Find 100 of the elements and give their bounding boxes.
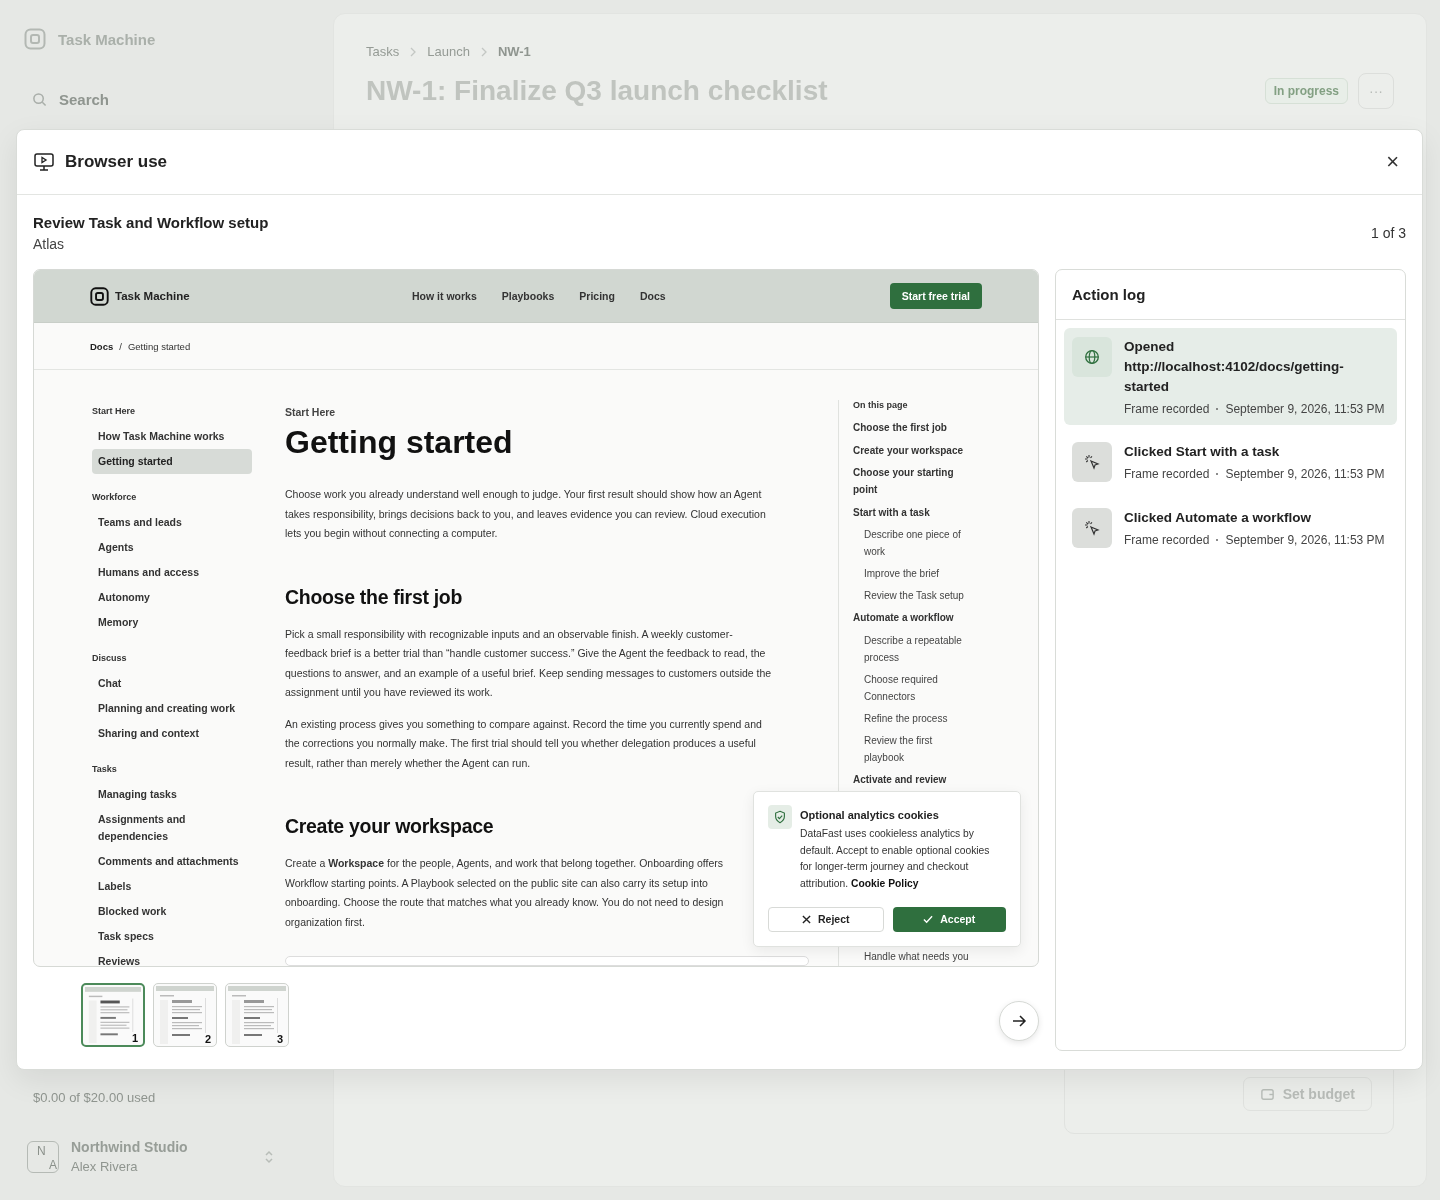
action-status: Frame recorded <box>1124 402 1210 416</box>
frame-thumbnail[interactable]: 2 <box>153 983 217 1047</box>
page-preview-drawing <box>228 986 286 1044</box>
globe-icon <box>1084 349 1100 365</box>
toc-link[interactable]: Start with a task <box>853 503 965 521</box>
docs-nav-item[interactable]: Getting started <box>92 449 252 474</box>
frame-counter: 1 of 3 <box>1370 225 1406 241</box>
cookie-title: Optional analytics cookies <box>800 809 940 821</box>
toc-link[interactable]: Activate and review <box>853 770 965 788</box>
logo-icon <box>24 28 46 50</box>
paragraph: Create a Workspace for the people, Agents, and work that belong together. Onboarding offers Workflow starting points. A Playbook selected on the public site can also carry its setup into onboarding. Choose the route that matches what you already know. You do not need to design organization first. <box>285 856 724 930</box>
nav-group-heading: Tasks <box>92 764 118 774</box>
wallet-icon <box>1259 1086 1275 1102</box>
action-title: Opened http://localhost:4102/docs/getting-started <box>1124 338 1345 396</box>
intro-paragraph: Choose work you already understand well enough to judge. Your first result should show how an Agent takes responsibility, brings decisions back to you, and leaves evidence you can review. Cloud execution lets you begin without connecting a computer. <box>285 487 766 541</box>
action-log-entry[interactable]: Opened http://localhost:4102/docs/getting-started Frame recorded September 9, 2026, 11:53 PM <box>1064 328 1397 425</box>
app-name: Task Machine <box>58 30 156 48</box>
frame-thumbnail[interactable]: 1 <box>81 983 145 1047</box>
dialog-title: Browser use <box>65 152 169 172</box>
monitor-play-icon <box>34 153 54 171</box>
docs-nav-item[interactable]: Assignments and dependencies <box>92 807 252 849</box>
reject-button[interactable]: Reject <box>768 906 884 932</box>
docs-nav-item[interactable]: Teams and leads <box>92 510 252 535</box>
panel-title: Action log <box>1056 270 1405 320</box>
cookie-policy-link[interactable]: Cookie Policy <box>850 878 919 890</box>
page-preview-drawing <box>85 987 141 1043</box>
check-icon <box>923 914 934 924</box>
docs-nav-item[interactable]: How Task Machine works <box>92 424 252 449</box>
nav-group-heading: Start Here <box>92 406 137 416</box>
action-time: September 9, 2026, 11:53 PM <box>1225 533 1385 547</box>
accept-button[interactable]: Accept <box>892 906 1006 932</box>
toc-link[interactable]: Automate a workflow <box>853 609 965 626</box>
agent-name: Atlas <box>33 236 66 252</box>
action-status: Frame recorded <box>1124 533 1210 547</box>
nav-link[interactable]: Playbooks <box>501 290 555 302</box>
close-icon <box>802 914 811 924</box>
nav-group-heading: Workforce <box>92 492 138 502</box>
page-preview-drawing <box>156 986 214 1044</box>
nav-link[interactable]: How it works <box>412 290 477 302</box>
docs-nav-item[interactable]: Comments and attachments <box>92 849 252 874</box>
docs-nav-item[interactable]: Managing tasks <box>92 782 252 807</box>
toc-link[interactable]: Review the first playbook <box>853 731 974 766</box>
docs-nav-item[interactable]: Planning and creating work <box>92 696 252 721</box>
breadcrumb-link[interactable]: Docs <box>90 340 114 352</box>
action-log-entry[interactable]: Clicked Start with a task Frame recorded September 9, 2026, 11:53 PM <box>1064 433 1397 491</box>
logo-icon <box>90 286 109 306</box>
toc-link[interactable]: Choose the first job <box>853 419 965 436</box>
docs-nav-item[interactable]: Reviews <box>92 949 252 966</box>
breadcrumb-link[interactable]: Getting started <box>127 340 191 352</box>
nav-link[interactable]: Docs <box>639 290 666 302</box>
shield-check-icon <box>768 805 792 829</box>
frame-thumbnail[interactable]: 3 <box>225 983 289 1047</box>
page-title: Getting started <box>285 424 513 461</box>
docs-nav-item[interactable]: Chat <box>92 671 252 696</box>
next-button[interactable] <box>999 1001 1039 1041</box>
docs-nav-item[interactable]: Blocked work <box>92 899 252 924</box>
docs-nav-item[interactable]: Agents <box>92 535 252 560</box>
chevron-right-icon <box>479 46 488 57</box>
toc-link[interactable]: Create your workspace <box>853 441 965 459</box>
paragraph: An existing process gives you something to compare against. Record the time you currently spend and the corrections you normally make. The first trial should tell you whether delegation produces a useful result, rather than merely whether the Agent can run. <box>285 716 762 771</box>
arrow-right-icon <box>1011 1013 1027 1029</box>
nav-group-heading: Discuss <box>92 653 128 663</box>
action-title: Clicked Automate a workflow <box>1124 509 1313 527</box>
toc-link[interactable]: Choose required Connectors <box>853 670 974 705</box>
toc-link[interactable]: Improve the brief <box>853 565 974 582</box>
section-heading: Create your workspace <box>285 815 494 838</box>
start-trial-button[interactable]: Start free trial <box>889 283 982 309</box>
status-badge: In progress <box>1264 78 1348 104</box>
user-name: Alex Rivera <box>71 1159 139 1174</box>
search-icon <box>32 92 47 107</box>
chevron-right-icon <box>409 46 418 57</box>
docs-nav-item[interactable]: Task specs <box>92 924 252 949</box>
docs-nav-item[interactable]: Humans and access <box>92 560 252 585</box>
breadcrumb-separator: / <box>119 340 122 352</box>
action-title: Clicked Start with a task <box>1124 443 1281 461</box>
toc-link[interactable]: Handle what needs you <box>853 948 974 965</box>
paragraph: Pick a small responsibility with recognizable inputs and an observable finish. A weekly customer- feedback brief is a better trial than “handle customer success.” Give the Agent the feedback to read, the questions to answer, and an example of a useful brief. Keep sending messages to customers outside the assignment until you have reviewed its work. <box>285 626 772 700</box>
toc-link[interactable]: Choose your starting point <box>853 464 965 498</box>
toc-link[interactable]: Review the Task setup <box>853 587 974 604</box>
docs-nav-item[interactable]: Autonomy <box>92 585 252 610</box>
docs-nav-item[interactable]: Sharing and context <box>92 721 252 746</box>
click-cursor-icon <box>1084 454 1100 470</box>
toc-link[interactable]: Describe one piece of work <box>853 526 974 560</box>
site-name: Task Machine <box>115 290 190 302</box>
action-status: Frame recorded <box>1124 467 1210 481</box>
action-log-entry[interactable]: Clicked Automate a workflow Frame recorded September 9, 2026, 11:53 PM <box>1064 499 1397 557</box>
action-time: September 9, 2026, 11:53 PM <box>1225 467 1385 481</box>
section-heading: Choose the first job <box>285 585 463 609</box>
toc-heading: On this page <box>853 400 909 410</box>
docs-nav-item[interactable]: Labels <box>92 874 252 899</box>
close-button[interactable]: × <box>1382 151 1403 173</box>
toc-link[interactable]: Refine the process <box>853 709 974 727</box>
section-label: Start Here <box>285 406 336 418</box>
docs-nav-item[interactable]: Memory <box>92 610 252 635</box>
cookie-text: DataFast uses cookieless analytics by default. Accept to enable optional cookies for longer-term journey and checkout attribution. Cookie Policy <box>800 827 991 892</box>
toc-link[interactable]: Describe a repeatable process <box>853 631 974 666</box>
workspace-avatar: N A <box>27 1140 59 1173</box>
nav-link[interactable]: Pricing <box>579 290 615 302</box>
search-field[interactable]: Search <box>57 90 241 109</box>
usage-text: $0.00 of $20.00 used <box>33 1090 157 1105</box>
